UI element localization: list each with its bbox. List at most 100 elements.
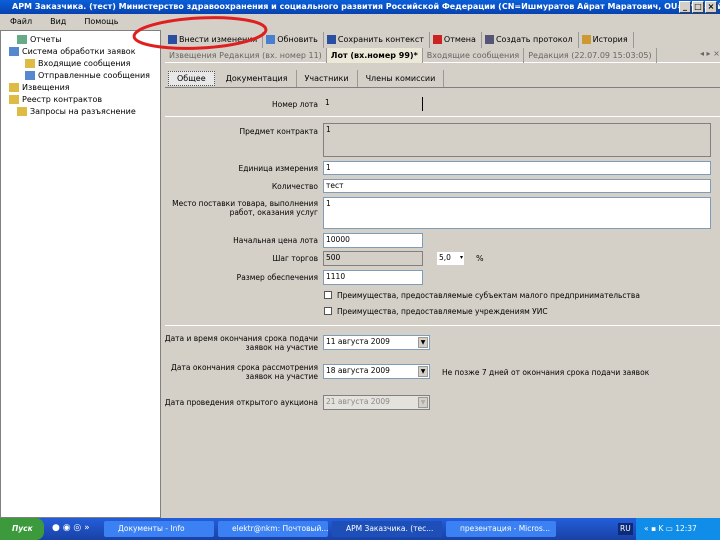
language-indicator[interactable]: RU bbox=[618, 523, 633, 535]
tree-item[interactable]: Система обработки заявок bbox=[9, 46, 136, 58]
toolbar-label: Отмена bbox=[443, 35, 476, 44]
create-protocol-icon bbox=[484, 35, 494, 44]
toolbar-refresh-button[interactable]: Обновить bbox=[263, 32, 324, 48]
place-label: Место поставки товара, выполнения работ,… bbox=[172, 199, 318, 217]
quantity-label: Количество bbox=[271, 182, 318, 191]
chevron-down-icon: ▾ bbox=[459, 254, 463, 261]
task-presentation[interactable]: презентация - Micros... bbox=[446, 521, 556, 537]
quick-launch-icons[interactable]: ● ◉ ◎ » bbox=[52, 523, 90, 533]
sub-tab[interactable]: Члены комиссии bbox=[358, 70, 445, 87]
maximize-button[interactable]: □ bbox=[692, 1, 704, 13]
price-label: Начальная цена лота bbox=[233, 236, 318, 245]
date-auction-label: Дата проведения открытого аукциона bbox=[164, 398, 318, 407]
toolbar-label: Создать протокол bbox=[495, 35, 573, 44]
chevron-down-icon[interactable]: ▼ bbox=[418, 366, 428, 377]
window-title: АРМ Заказчика. (тест) Министерство здрав… bbox=[12, 2, 720, 11]
tree-item[interactable]: Отчеты bbox=[17, 34, 62, 46]
title-bar: АРМ Заказчика. (тест) Министерство здрав… bbox=[0, 0, 720, 14]
folder-icon bbox=[9, 47, 19, 56]
doc-tab[interactable]: Лот (вх.номер 99)* bbox=[326, 48, 423, 63]
sub-tab[interactable]: Общее bbox=[168, 71, 215, 86]
annotation-ellipse bbox=[132, 16, 268, 50]
quantity-field[interactable]: тест bbox=[323, 179, 711, 193]
date-auction-value: 21 августа 2009 bbox=[326, 397, 390, 406]
folder-icon bbox=[17, 35, 27, 44]
tree-item[interactable]: Запросы на разъяснение bbox=[17, 106, 136, 118]
tree-item[interactable]: Реестр контрактов bbox=[9, 94, 102, 106]
sme-checkbox[interactable] bbox=[324, 291, 332, 299]
step-percent-value: 5,0 bbox=[439, 253, 451, 262]
save-context-icon bbox=[326, 35, 336, 44]
toolbar-label: История bbox=[592, 35, 628, 44]
tray-icons[interactable]: « ▪ K ▭ bbox=[644, 524, 675, 533]
tree-item-label: Запросы на разъяснение bbox=[30, 107, 136, 116]
tree-item-label: Система обработки заявок bbox=[22, 47, 136, 56]
folder-icon bbox=[17, 107, 27, 116]
step-field: 500 bbox=[323, 251, 423, 266]
folder-icon bbox=[9, 83, 19, 92]
sub-tabs: Общее Документация Участники Члены комиссии bbox=[165, 70, 720, 88]
lot-number-label: Номер лота bbox=[272, 100, 318, 109]
doc-tab[interactable]: Входящие сообщения bbox=[423, 48, 525, 63]
minimize-button[interactable]: _ bbox=[679, 1, 691, 13]
tree-item[interactable]: Отправленные сообщения bbox=[25, 70, 150, 82]
unit-field[interactable]: 1 bbox=[323, 161, 711, 175]
uis-checkbox-label: Преимущества, предоставляемые учреждения… bbox=[337, 307, 548, 316]
folder-icon bbox=[9, 95, 19, 104]
chevron-down-icon: ▼ bbox=[418, 397, 428, 408]
step-percent-select[interactable]: 5,0 ▾ bbox=[437, 252, 464, 265]
task-mail[interactable]: elektr@nkm: Почтовый... bbox=[218, 521, 328, 537]
uis-checkbox[interactable] bbox=[324, 307, 332, 315]
menu-bar: Файл Вид Помощь bbox=[0, 14, 720, 30]
start-button[interactable]: Пуск bbox=[0, 518, 44, 540]
sub-tab[interactable]: Участники bbox=[297, 70, 358, 87]
tree-item[interactable]: Извещения bbox=[9, 82, 70, 94]
lot-number-field[interactable]: 1 bbox=[323, 97, 423, 111]
taskbar: Пуск ● ◉ ◎ » Документы - Info elektr@nkm… bbox=[0, 518, 720, 540]
tree-item-label: Извещения bbox=[22, 83, 70, 92]
tree-item-label: Реестр контрактов bbox=[22, 95, 103, 104]
toolbar-cancel-button[interactable]: Отмена bbox=[430, 32, 482, 48]
toolbar-create-protocol-button[interactable]: Создать протокол bbox=[482, 32, 579, 48]
system-tray: « ▪ K ▭ 12:37 bbox=[636, 518, 720, 540]
task-documents[interactable]: Документы - Info bbox=[104, 521, 214, 537]
task-arm[interactable]: АРМ Заказчика. (тес... bbox=[332, 521, 442, 537]
folder-icon bbox=[25, 71, 35, 80]
date-review-label: Дата окончания срока рассмотрения заявок… bbox=[171, 363, 318, 381]
tab-scroll-icon[interactable]: ◂ ▸ × bbox=[700, 49, 720, 58]
navigation-tree: Отчеты Система обработки заявок Входящие с… bbox=[0, 30, 161, 518]
chevron-down-icon[interactable]: ▼ bbox=[418, 337, 428, 348]
doc-tab[interactable]: Редакция (22.07.09 15:03:05) bbox=[524, 48, 657, 63]
date-end-label: Дата и время окончания срока подачи заяв… bbox=[164, 334, 318, 352]
tree-item-label: Отчеты bbox=[30, 35, 62, 44]
clock: 12:37 bbox=[675, 524, 697, 533]
menu-help[interactable]: Помощь bbox=[84, 17, 118, 26]
date-end-picker[interactable]: 11 августа 2009 ▼ bbox=[323, 335, 430, 350]
menu-view[interactable]: Вид bbox=[50, 17, 66, 26]
security-field[interactable]: 1110 bbox=[323, 270, 423, 285]
history-icon bbox=[581, 35, 591, 44]
tree-item-label: Входящие сообщения bbox=[38, 59, 131, 68]
toolbar-save-context-button[interactable]: Сохранить контекст bbox=[324, 32, 430, 48]
price-field[interactable]: 10000 bbox=[323, 233, 423, 248]
date-review-note: Не позже 7 дней от окончания срока подач… bbox=[442, 368, 650, 377]
toolbar-history-button[interactable]: История bbox=[579, 32, 634, 48]
menu-file[interactable]: Файл bbox=[10, 17, 32, 26]
step-label: Шаг торгов bbox=[272, 254, 318, 263]
tree-item[interactable]: Входящие сообщения bbox=[25, 58, 130, 70]
date-review-picker[interactable]: 18 августа 2009 ▼ bbox=[323, 364, 430, 379]
toolbar-label: Сохранить контекст bbox=[337, 35, 424, 44]
sme-checkbox-label: Преимущества, предоставляемые субъектам … bbox=[337, 291, 640, 300]
date-auction-picker: 21 августа 2009 ▼ bbox=[323, 395, 430, 410]
percent-unit: % bbox=[476, 254, 484, 263]
date-end-value: 11 августа 2009 bbox=[326, 337, 390, 346]
toolbar-label: Обновить bbox=[277, 35, 318, 44]
sub-tab[interactable]: Документация bbox=[218, 70, 297, 87]
place-field[interactable]: 1 bbox=[323, 197, 711, 229]
close-button[interactable]: × bbox=[705, 1, 717, 13]
security-label: Размер обеспечения bbox=[236, 273, 318, 282]
tree-item-label: Отправленные сообщения bbox=[38, 71, 150, 80]
folder-icon bbox=[25, 59, 35, 68]
subject-field[interactable]: 1 bbox=[323, 123, 711, 157]
unit-label: Единица измерения bbox=[238, 164, 318, 173]
